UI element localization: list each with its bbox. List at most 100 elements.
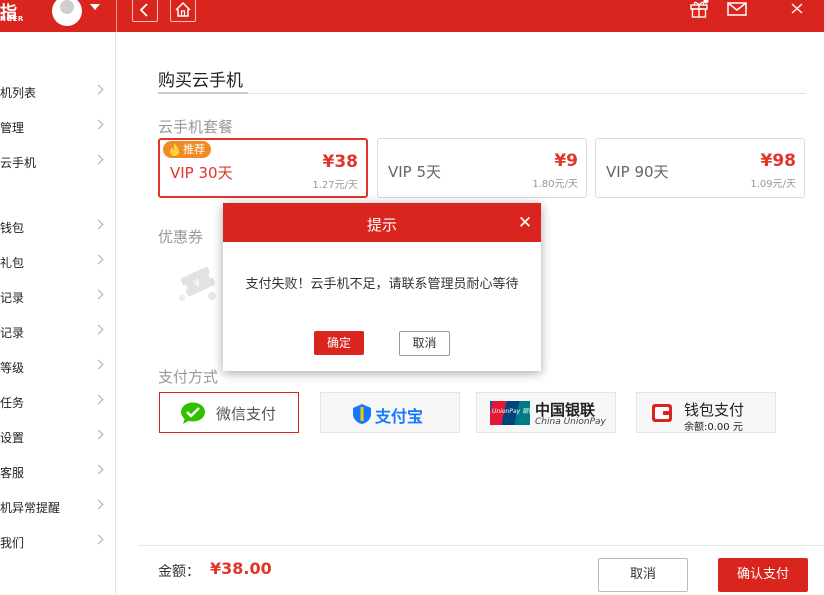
chevron-down-icon[interactable] — [90, 4, 100, 10]
package-name: VIP 90天 — [606, 163, 669, 181]
page-title: 购买云手机 — [158, 71, 243, 91]
gift-icon — [690, 0, 709, 18]
divider — [138, 545, 824, 546]
app-logo: 指 NGER — [0, 0, 30, 30]
sidebar: 机列表 管理 云手机 钱包 礼包 记录 记录 等级 任务 设置 客服 机异常提醒… — [0, 32, 116, 595]
recommend-badge: 推荐 — [163, 141, 211, 158]
chevron-right-icon — [93, 84, 104, 95]
sidebar-item-about[interactable]: 我们 — [0, 530, 116, 554]
sidebar-item-cloud-phone[interactable]: 云手机 — [0, 150, 116, 174]
recommend-badge-label: 推荐 — [183, 143, 205, 156]
dialog-ok-button[interactable]: 确定 — [314, 331, 364, 355]
sidebar-item-label: 机列表 — [0, 86, 37, 100]
dialog-message: 支付失败！云手机不足，请联系管理员耐心等待 — [245, 277, 519, 292]
sidebar-item-record-1[interactable]: 记录 — [0, 285, 116, 309]
title-bar: 指 NGER — [0, 0, 824, 32]
pay-wallet-label: 钱包支付 — [684, 401, 745, 419]
pay-unionpay-option[interactable]: UnionPay 银联 中国银联 China UnionPay — [476, 392, 616, 433]
sidebar-item-manage[interactable]: 管理 — [0, 115, 116, 139]
pay-wallet-option[interactable]: 钱包支付 余额:0.00 元 — [636, 392, 776, 433]
back-button[interactable] — [132, 0, 158, 22]
coupon-section-label: 优惠券 — [158, 228, 204, 246]
logo-subtext: NGER — [0, 15, 24, 23]
dialog-title: 提示 — [366, 216, 397, 234]
pay-wechat-label: 微信支付 — [216, 405, 277, 423]
sidebar-item-label: 机异常提醒 — [0, 501, 61, 515]
sidebar-item-wallet[interactable]: 钱包 — [0, 215, 116, 239]
chevron-right-icon — [93, 119, 104, 130]
package-price: ¥38 — [322, 152, 359, 172]
sidebar-item-label: 设置 — [0, 431, 25, 445]
alert-dialog: 提示 ✕ 支付失败！云手机不足，请联系管理员耐心等待 确定 取消 — [223, 203, 541, 371]
amount-value: ¥38.00 — [210, 559, 272, 578]
chevron-right-icon — [93, 289, 104, 300]
pay-alipay-option[interactable]: 支付宝 — [320, 392, 460, 433]
chevron-right-icon — [93, 154, 104, 165]
pay-wechat-option[interactable]: 微信支付 — [159, 392, 299, 433]
divider — [158, 93, 806, 94]
chevron-right-icon — [93, 359, 104, 370]
sidebar-item-label: 礼包 — [0, 256, 25, 270]
sidebar-item-record-2[interactable]: 记录 — [0, 320, 116, 344]
chevron-right-icon — [93, 534, 104, 545]
flame-icon — [170, 143, 179, 156]
unionpay-badge-label: UnionPay 银联 — [492, 408, 530, 415]
title-underline — [158, 92, 248, 94]
sidebar-item-label: 记录 — [0, 326, 25, 340]
close-icon — [791, 3, 803, 14]
amount-label: 金额： — [158, 564, 200, 580]
chevron-right-icon — [93, 324, 104, 335]
package-section-label: 云手机套餐 — [158, 118, 234, 136]
package-card-30d[interactable]: 推荐 VIP 30天 ¥38 1.27元/天 — [158, 138, 368, 198]
back-icon — [139, 3, 148, 17]
pay-alipay-label: 支付宝 — [375, 407, 424, 426]
chevron-right-icon — [93, 429, 104, 440]
avatar[interactable] — [52, 0, 82, 26]
mail-icon — [727, 2, 747, 16]
unionpay-icon: UnionPay 银联 — [490, 401, 530, 425]
package-card-90d[interactable]: VIP 90天 ¥98 1.09元/天 — [595, 138, 805, 198]
sidebar-item-label: 钱包 — [0, 221, 25, 235]
dialog-close-button[interactable]: ✕ — [515, 213, 535, 233]
gift-button[interactable] — [688, 0, 710, 20]
chevron-right-icon — [93, 464, 104, 475]
sidebar-item-support[interactable]: 客服 — [0, 460, 116, 484]
chevron-right-icon — [93, 394, 104, 405]
confirm-pay-button[interactable]: 确认支付 — [718, 558, 808, 592]
package-price: ¥9 — [554, 151, 578, 171]
cancel-button[interactable]: 取消 — [598, 558, 688, 592]
sidebar-item-label: 我们 — [0, 536, 25, 550]
sidebar-item-alerts[interactable]: 机异常提醒 — [0, 495, 116, 519]
wallet-icon — [652, 404, 672, 422]
sidebar-item-tasks[interactable]: 任务 — [0, 390, 116, 414]
sidebar-item-label: 记录 — [0, 291, 25, 305]
payment-section-label: 支付方式 — [158, 368, 219, 386]
window-close-button[interactable] — [788, 0, 824, 20]
sidebar-item-phone-list[interactable]: 机列表 — [0, 80, 116, 104]
sidebar-item-level[interactable]: 等级 — [0, 355, 116, 379]
sidebar-item-gift-pack[interactable]: 礼包 — [0, 250, 116, 274]
chevron-right-icon — [93, 254, 104, 265]
chevron-right-icon — [93, 499, 104, 510]
dialog-header: 提示 ✕ — [223, 203, 541, 242]
package-unit-price: 1.80元/天 — [532, 179, 578, 190]
pay-unionpay-sublabel: China UnionPay — [535, 417, 606, 427]
wallet-balance: 余额:0.00 元 — [684, 422, 743, 433]
package-name: VIP 30天 — [170, 164, 233, 182]
package-card-5d[interactable]: VIP 5天 ¥9 1.80元/天 — [377, 138, 587, 198]
sidebar-item-settings[interactable]: 设置 — [0, 425, 116, 449]
sidebar-item-label: 任务 — [0, 396, 25, 410]
mail-button[interactable] — [726, 0, 748, 20]
alipay-icon — [353, 404, 371, 424]
home-button[interactable] — [170, 0, 196, 22]
package-unit-price: 1.27元/天 — [312, 180, 358, 191]
home-icon — [175, 1, 191, 17]
sidebar-item-label: 云手机 — [0, 156, 37, 170]
package-unit-price: 1.09元/天 — [750, 179, 796, 190]
dialog-cancel-button[interactable]: 取消 — [399, 331, 450, 356]
package-name: VIP 5天 — [388, 163, 442, 181]
wechat-icon — [181, 402, 205, 424]
package-price: ¥98 — [760, 151, 797, 171]
sidebar-item-label: 客服 — [0, 466, 25, 480]
sidebar-item-label: 等级 — [0, 361, 25, 375]
